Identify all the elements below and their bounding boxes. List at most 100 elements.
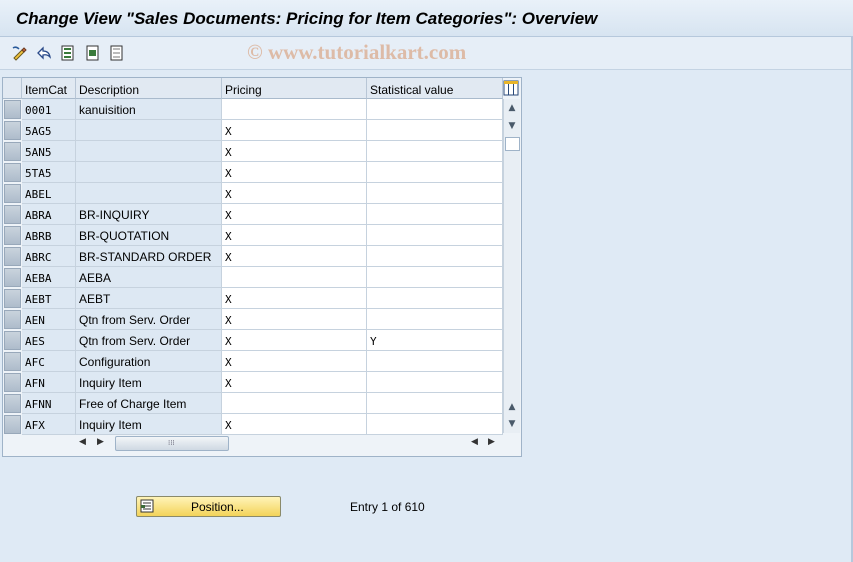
pricing-input[interactable]: X — [222, 246, 367, 267]
scroll-left-icon[interactable]: ◀ — [79, 437, 86, 447]
row-selector[interactable] — [4, 205, 21, 224]
statistical-value-input[interactable]: Y — [367, 330, 503, 351]
row-selector[interactable] — [4, 331, 21, 350]
description-cell: Qtn from Serv. Order — [76, 309, 222, 330]
row-selector[interactable] — [4, 184, 21, 203]
position-button[interactable]: Position... — [136, 496, 281, 517]
row-selector[interactable] — [4, 100, 21, 119]
pricing-input[interactable]: X — [222, 225, 367, 246]
description-cell — [76, 141, 222, 162]
description-cell — [76, 120, 222, 141]
pricing-input[interactable] — [222, 267, 367, 288]
vertical-scrollbar[interactable]: ▲ ▼ ▲ ▼ — [503, 99, 520, 433]
itemcat-cell: ABRC — [22, 246, 76, 267]
pricing-input[interactable]: X — [222, 309, 367, 330]
statistical-value-input[interactable] — [367, 351, 503, 372]
description-cell: Free of Charge Item — [76, 393, 222, 414]
itemcat-cell: ABRA — [22, 204, 76, 225]
row-selector[interactable] — [4, 121, 21, 140]
select-all-rows-header[interactable] — [3, 78, 22, 99]
pricing-input[interactable]: X — [222, 162, 367, 183]
statistical-value-input[interactable] — [367, 141, 503, 162]
description-cell: Inquiry Item — [76, 414, 222, 435]
column-header-statistical-value[interactable]: Statistical value — [367, 78, 503, 99]
statistical-value-input[interactable] — [367, 225, 503, 246]
itemcat-cell: 5TA5 — [22, 162, 76, 183]
scroll-right-icon[interactable]: ▶ — [97, 437, 104, 447]
statistical-value-input[interactable] — [367, 288, 503, 309]
itemcat-cell: AFX — [22, 414, 76, 435]
position-icon — [140, 499, 154, 516]
scroll-down-icon[interactable]: ▼ — [505, 119, 519, 133]
statistical-value-input[interactable] — [367, 246, 503, 267]
select-block-icon[interactable] — [84, 44, 102, 62]
description-cell: BR-QUOTATION — [76, 225, 222, 246]
change-display-icon[interactable] — [11, 44, 29, 62]
scroll-left-end-icon[interactable]: ◀ — [471, 437, 478, 447]
description-cell: AEBT — [76, 288, 222, 309]
itemcat-cell: AEBT — [22, 288, 76, 309]
pricing-input[interactable] — [222, 393, 367, 414]
select-all-icon[interactable] — [59, 44, 77, 62]
description-cell: AEBA — [76, 267, 222, 288]
scroll-thumb[interactable] — [505, 137, 520, 151]
statistical-value-input[interactable] — [367, 162, 503, 183]
statistical-value-input[interactable] — [367, 99, 503, 120]
deselect-all-icon[interactable] — [108, 44, 126, 62]
row-selector[interactable] — [4, 352, 21, 371]
pricing-input[interactable]: X — [222, 330, 367, 351]
pricing-input[interactable]: X — [222, 141, 367, 162]
description-cell: Configuration — [76, 351, 222, 372]
pricing-input[interactable]: X — [222, 414, 367, 435]
pricing-input[interactable]: X — [222, 204, 367, 225]
statistical-value-input[interactable] — [367, 309, 503, 330]
statistical-value-input[interactable] — [367, 267, 503, 288]
position-button-label: Position... — [191, 500, 244, 514]
row-selector[interactable] — [4, 289, 21, 308]
scroll-right-end-icon[interactable]: ▶ — [488, 437, 495, 447]
page-down-icon[interactable]: ▼ — [505, 417, 519, 431]
itemcat-cell: AES — [22, 330, 76, 351]
row-selector[interactable] — [4, 247, 21, 266]
horizontal-scrollbar[interactable]: ◀ ▶ ⁞⁞⁞ ◀ ▶ — [75, 435, 505, 453]
entry-counter: Entry 1 of 610 — [350, 500, 425, 514]
statistical-value-input[interactable] — [367, 414, 503, 435]
description-cell — [76, 183, 222, 204]
itemcat-cell: AFC — [22, 351, 76, 372]
page-up-icon[interactable]: ▲ — [505, 400, 519, 414]
row-selector[interactable] — [4, 394, 21, 413]
pricing-input[interactable]: X — [222, 120, 367, 141]
statistical-value-input[interactable] — [367, 183, 503, 204]
itemcat-cell: ABEL — [22, 183, 76, 204]
pricing-input[interactable]: X — [222, 351, 367, 372]
description-cell: Inquiry Item — [76, 372, 222, 393]
row-selector[interactable] — [4, 415, 21, 434]
column-header-itemcat[interactable]: ItemCat — [22, 78, 76, 99]
statistical-value-input[interactable] — [367, 204, 503, 225]
statistical-value-input[interactable] — [367, 120, 503, 141]
pricing-input[interactable]: X — [222, 288, 367, 309]
row-selector[interactable] — [4, 373, 21, 392]
description-cell: BR-STANDARD ORDER — [76, 246, 222, 267]
itemcat-cell: 0001 — [22, 99, 76, 120]
table-settings-icon[interactable] — [503, 80, 519, 96]
scroll-up-icon[interactable]: ▲ — [505, 101, 519, 115]
description-cell: BR-INQUIRY — [76, 204, 222, 225]
pricing-input[interactable] — [222, 99, 367, 120]
statistical-value-input[interactable] — [367, 372, 503, 393]
row-selector[interactable] — [4, 142, 21, 161]
row-selector[interactable] — [4, 163, 21, 182]
row-selector[interactable] — [4, 310, 21, 329]
row-selector[interactable] — [4, 268, 21, 287]
description-cell: kanuisition — [76, 99, 222, 120]
horizontal-scroll-thumb[interactable]: ⁞⁞⁞ — [115, 436, 229, 451]
undo-icon[interactable] — [35, 44, 53, 62]
row-selector[interactable] — [4, 226, 21, 245]
column-header-pricing[interactable]: Pricing — [222, 78, 367, 99]
column-header-description[interactable]: Description — [76, 78, 222, 99]
title-bar: Change View "Sales Documents: Pricing fo… — [0, 0, 853, 37]
statistical-value-input[interactable] — [367, 393, 503, 414]
pricing-input[interactable]: X — [222, 183, 367, 204]
pricing-input[interactable]: X — [222, 372, 367, 393]
itemcat-cell: AEBA — [22, 267, 76, 288]
